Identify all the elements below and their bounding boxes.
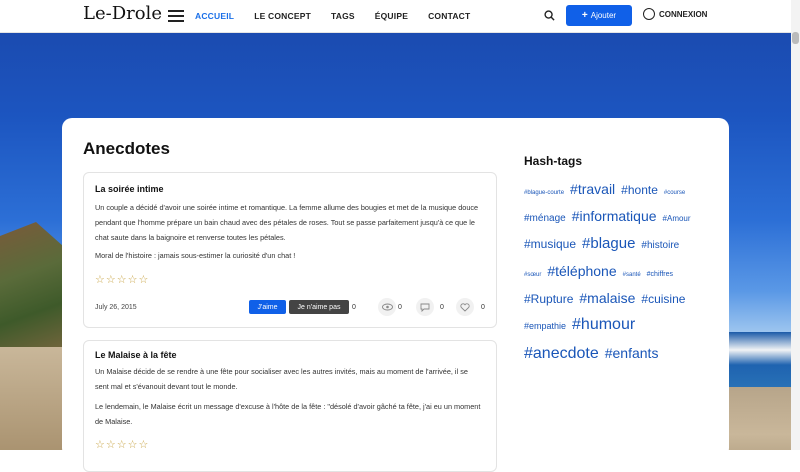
site-logo[interactable]: Le-Drole (83, 3, 162, 24)
anecdote-moral: Le lendemain, le Malaise écrit un messag… (95, 402, 481, 426)
hashtags-title: Hash-tags (524, 154, 583, 168)
anecdote-moral: Moral de l'histoire : jamais sous-estime… (95, 251, 296, 260)
anecdote-title[interactable]: Le Malaise à la fête (95, 350, 177, 360)
views-count: 0 (398, 304, 402, 311)
hashtag-cloud: #blague-courte #travail #honte #course #ména… (524, 180, 704, 372)
hashtag-link[interactable]: #chiffres (647, 271, 673, 279)
menu-item-accueil[interactable]: ACCUEIL (195, 11, 234, 21)
hashtag-link[interactable]: #humour (572, 315, 635, 334)
scrollbar[interactable] (791, 0, 800, 450)
menu-item-equipe[interactable]: ÉQUIPE (375, 11, 408, 21)
menu-item-contact[interactable]: CONTACT (428, 11, 470, 21)
hashtag-link[interactable]: #malaise (579, 290, 635, 307)
hashtag-link[interactable]: #informatique (572, 208, 657, 225)
anecdote-body: Un Malaise décide de se rendre à une fêt… (95, 367, 468, 391)
anecdote-card: La soirée intime Un couple a décidé d'av… (83, 172, 497, 328)
user-icon (643, 8, 655, 20)
hashtag-link[interactable]: #santé (623, 272, 641, 279)
views-icon (378, 298, 396, 316)
anecdote-title[interactable]: La soirée intime (95, 184, 164, 194)
add-button-label: Ajouter (590, 11, 617, 20)
hashtag-link[interactable]: #travail (570, 181, 615, 198)
hashtag-link[interactable]: #téléphone (547, 263, 616, 280)
scrollbar-thumb[interactable] (792, 32, 799, 44)
beach-right (725, 387, 800, 450)
heart-icon[interactable] (456, 298, 474, 316)
hashtag-link[interactable]: #enfants (605, 345, 659, 362)
hashtag-link[interactable]: #Rupture (524, 292, 573, 306)
plus-icon: + (581, 10, 588, 21)
sea-rocks-right (725, 332, 800, 392)
hashtag-link[interactable]: #empathie (524, 321, 566, 332)
top-navbar: Le-Drole ACCUEIL LE CONCEPT TAGS ÉQUIPE … (0, 0, 800, 33)
dislike-button[interactable]: Je n'aime pas (289, 300, 349, 314)
rating-stars[interactable]: ☆☆☆☆☆ (95, 273, 149, 286)
hashtag-link[interactable]: #sœur (524, 272, 541, 279)
menu-item-tags[interactable]: TAGS (331, 11, 355, 21)
comments-count: 0 (440, 304, 444, 311)
comment-icon[interactable] (416, 298, 434, 316)
search-icon[interactable] (544, 10, 555, 21)
anecdote-body: Un couple a décidé d'avoir une soirée in… (95, 203, 479, 242)
hashtag-link[interactable]: #blague-courte (524, 190, 564, 197)
hashtag-link[interactable]: #blague (582, 235, 635, 253)
hashtag-link[interactable]: #anecdote (524, 344, 599, 363)
hashtag-link[interactable]: #course (664, 190, 685, 197)
hashtag-link[interactable]: #honte (621, 183, 658, 197)
like-button[interactable]: J'aime (249, 300, 286, 314)
page-title: Anecdotes (83, 139, 170, 158)
add-button[interactable]: + Ajouter (566, 5, 632, 26)
rating-stars[interactable]: ☆☆☆☆☆ (95, 438, 149, 451)
login-label: CONNEXION (659, 9, 708, 19)
dislike-count: 0 (352, 304, 356, 311)
hearts-count: 0 (481, 304, 485, 311)
hashtag-link[interactable]: #Amour (663, 214, 691, 224)
hamburger-menu-icon[interactable] (168, 10, 184, 22)
anecdote-card: Le Malaise à la fête Un Malaise décide d… (83, 340, 497, 472)
main-menu: ACCUEIL LE CONCEPT TAGS ÉQUIPE CONTACT (195, 11, 490, 21)
hashtag-link[interactable]: #musique (524, 237, 576, 251)
anecdote-date: July 26, 2015 (95, 304, 137, 311)
menu-item-concept[interactable]: LE CONCEPT (254, 11, 311, 21)
hashtag-link[interactable]: #histoire (641, 240, 679, 252)
login-link[interactable]: CONNEXION (643, 8, 707, 20)
hashtag-link[interactable]: #cuisine (641, 292, 685, 306)
hashtag-link[interactable]: #ménage (524, 213, 566, 225)
